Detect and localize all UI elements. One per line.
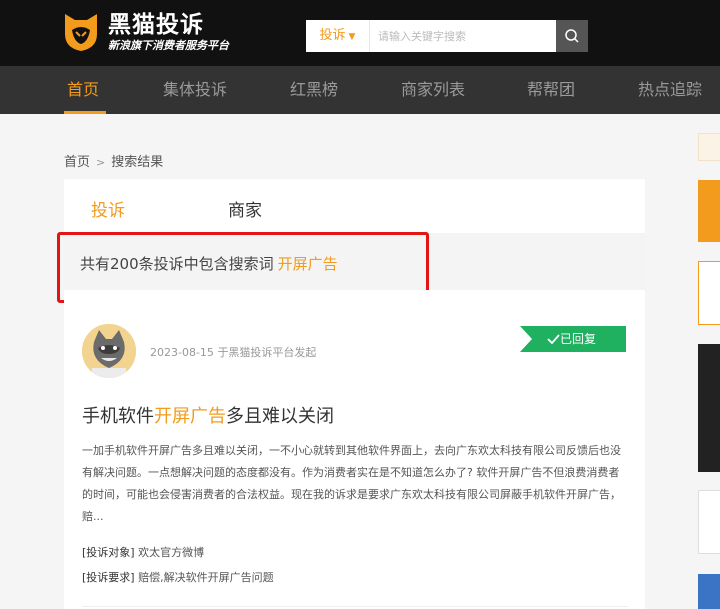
cat-avatar-icon	[82, 324, 136, 378]
site-header: 黑猫投诉 新浪旗下消费者服务平台 投诉 ▼	[0, 0, 720, 66]
complaint-target-value: 欢太官方微博	[138, 546, 205, 559]
nav-item-hot-tracking[interactable]: 热点追踪	[638, 66, 702, 114]
breadcrumb-home[interactable]: 首页	[64, 155, 90, 170]
complaint-demand-label: [投诉要求]	[82, 571, 135, 584]
search-bar: 投诉 ▼	[306, 20, 588, 52]
breadcrumb-separator: >	[96, 156, 106, 169]
complaint-source: 于黑猫投诉平台发起	[217, 346, 317, 359]
complaint-date: 2023-08-15	[150, 346, 214, 359]
complaint-date-line: 2023-08-15 于黑猫投诉平台发起	[150, 344, 316, 360]
nav-item-help-group[interactable]: 帮帮团	[527, 66, 575, 114]
search-input[interactable]	[378, 20, 548, 52]
complaint-demand: [投诉要求] 赔偿,解决软件开屏广告问题	[82, 569, 274, 585]
tab-complaints[interactable]: 投诉	[91, 196, 125, 221]
complaint-title-keyword: 开屏广告	[154, 406, 226, 427]
complaint-body: 一加手机软件开屏广告多且难以关闭，一不小心就转到其他软件界面上，去向广东欢太科技…	[82, 444, 621, 523]
cat-logo-icon[interactable]	[62, 12, 100, 52]
nav-item-red-black-list[interactable]: 红黑榜	[290, 66, 338, 114]
complaint-target: [投诉对象] 欢太官方微博	[82, 544, 204, 560]
main-nav: 首页 集体投诉 红黑榜 商家列表 帮帮团 热点追踪	[0, 66, 720, 114]
sidebar-panel-blue[interactable]	[698, 574, 720, 609]
sidebar-panel-outline[interactable]	[698, 261, 720, 325]
nav-item-group-complaints[interactable]: 集体投诉	[163, 66, 227, 114]
complaint-title[interactable]: 手机软件开屏广告多且难以关闭	[82, 402, 334, 428]
avatar	[82, 324, 136, 378]
nav-active-indicator	[64, 111, 106, 114]
triangle-down-icon: ▼	[348, 32, 356, 42]
search-type-label: 投诉	[319, 28, 346, 43]
breadcrumb: 首页 > 搜索结果	[64, 151, 163, 170]
complaint-demand-value: 赔偿,解决软件开屏广告问题	[138, 571, 274, 584]
status-badge: 已回复	[520, 326, 626, 352]
sidebar-panel-light	[698, 490, 720, 554]
nav-item-home[interactable]: 首页	[67, 66, 99, 114]
card-divider	[82, 606, 628, 607]
sidebar-panel-dark	[698, 344, 720, 472]
search-type-select[interactable]: 投诉 ▼	[306, 20, 370, 52]
complaint-title-prefix: 手机软件	[82, 406, 154, 427]
status-badge-label: 已回复	[560, 332, 597, 346]
search-button[interactable]	[556, 20, 588, 52]
complaint-target-label: [投诉对象]	[82, 546, 135, 559]
logo-subtitle: 新浪旗下消费者服务平台	[108, 39, 229, 52]
logo-title[interactable]: 黑猫投诉	[108, 12, 204, 38]
sidebar-complaint-button[interactable]	[698, 180, 720, 242]
search-icon	[565, 29, 579, 43]
result-tabs: 投诉 商家	[64, 179, 645, 233]
tab-merchants[interactable]: 商家	[228, 196, 262, 221]
complaint-title-suffix: 多且难以关闭	[226, 406, 334, 427]
nav-item-merchant-list[interactable]: 商家列表	[401, 66, 465, 114]
breadcrumb-current: 搜索结果	[111, 155, 164, 170]
sidebar-panel-top	[698, 133, 720, 161]
complaint-card[interactable]: 2023-08-15 于黑猫投诉平台发起 已回复 手机软件开屏广告多且难以关闭 …	[64, 290, 645, 609]
